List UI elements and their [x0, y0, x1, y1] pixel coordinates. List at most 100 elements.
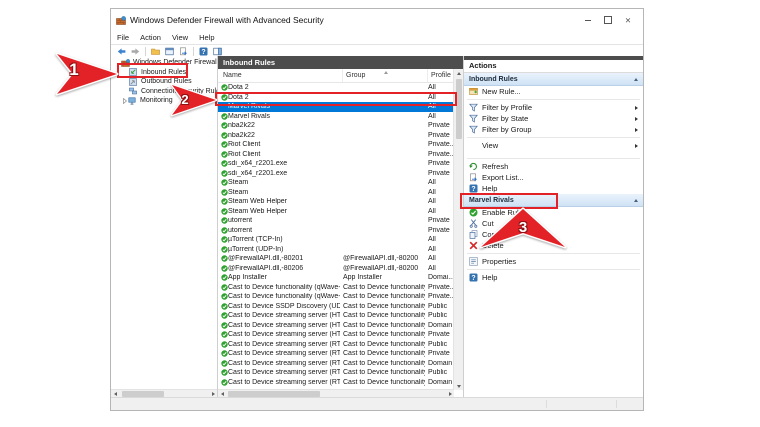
rule-group: Cast to Device functionality	[343, 378, 425, 386]
help-button[interactable]: ?	[198, 46, 209, 56]
scroll-up-icon[interactable]	[454, 69, 463, 77]
rule-row[interactable]: Cast to Device streaming server (RTCP-St…	[218, 349, 454, 359]
forward-button[interactable]	[130, 46, 141, 56]
expand-chevron-icon[interactable]	[121, 97, 128, 104]
rule-profile: Domain	[428, 321, 453, 329]
rule-row[interactable]: Riot Client Private...	[218, 140, 454, 150]
rule-row[interactable]: µTorrent (TCP-In) All	[218, 235, 454, 245]
action-new-rule[interactable]: New Rule...	[464, 86, 643, 97]
rule-enabled-icon	[218, 84, 228, 91]
action-label: Properties	[482, 257, 517, 266]
rule-row[interactable]: Cast to Device streaming server (HTTP-St…	[218, 330, 454, 340]
show-action-pane-button[interactable]	[212, 46, 223, 56]
rule-name: Cast to Device streaming server (RTSP-St…	[228, 378, 340, 386]
rule-row[interactable]: utorrent Private	[218, 216, 454, 226]
rule-row[interactable]: Cast to Device streaming server (HTTP-St…	[218, 321, 454, 331]
rule-name: Cast to Device streaming server (RTCP-St…	[228, 350, 340, 358]
rule-name: µTorrent (UDP-In)	[228, 245, 284, 253]
rule-row[interactable]: @FirewallAPI.dll,-80206 @FirewallAPI.dll,…	[218, 264, 454, 274]
action-label: View	[482, 141, 499, 150]
rule-row[interactable]: sdi_x64_r2201.exe Private	[218, 159, 454, 169]
show-console-tree-button[interactable]	[150, 46, 161, 56]
menu-file[interactable]: File	[117, 33, 129, 42]
rule-name: Steam Web Helper	[228, 198, 288, 206]
column-header-name[interactable]: Name	[218, 69, 343, 82]
rule-profile: Private...	[428, 141, 454, 149]
rule-enabled-icon	[218, 293, 228, 300]
action-label: Help	[482, 273, 498, 282]
rule-name: Cast to Device streaming server (HTTP-St…	[228, 312, 340, 320]
rule-row[interactable]: µTorrent (UDP-In) All	[218, 245, 454, 255]
rule-row[interactable]: utorrent Private	[218, 226, 454, 236]
rule-row[interactable]: Cast to Device streaming server (RTCP-St…	[218, 340, 454, 350]
action-help[interactable]: ? Help	[464, 272, 643, 283]
rule-row[interactable]: Cast to Device streaming server (RTSP-St…	[218, 368, 454, 378]
action-filter-by-profile[interactable]: Filter by Profile	[464, 102, 643, 113]
delete-icon	[469, 241, 478, 250]
rule-name: Cast to Device streaming server (RTCP-St…	[228, 359, 340, 367]
show-window-button[interactable]	[164, 46, 175, 56]
list-vertical-scrollbar[interactable]	[453, 69, 463, 390]
rule-row[interactable]: @FirewallAPI.dll,-80201 @FirewallAPI.dll,…	[218, 254, 454, 264]
scroll-down-icon[interactable]	[454, 382, 463, 390]
rule-row[interactable]: nba2k22 Private	[218, 131, 454, 141]
rule-enabled-icon	[218, 170, 228, 177]
export-list-button[interactable]	[178, 46, 189, 56]
rule-enabled-icon	[218, 379, 228, 386]
minimize-button[interactable]	[578, 12, 598, 28]
rule-profile: Domain	[428, 359, 453, 367]
rule-profile: Private	[428, 160, 450, 168]
close-button[interactable]	[618, 12, 638, 28]
rule-name: Cast to Device functionality (qWave-TCP.…	[228, 283, 340, 291]
svg-text:?: ?	[201, 49, 205, 56]
rule-group: Cast to Device functionality	[343, 359, 425, 367]
title-bar: Windows Defender Firewall with Advanced …	[111, 9, 643, 31]
actions-pane-title: Actions	[464, 60, 643, 73]
rule-row[interactable]: Steam All	[218, 178, 454, 188]
action-properties[interactable]: Properties	[464, 256, 643, 267]
scrollbar-thumb[interactable]	[455, 79, 462, 139]
status-bar-divider	[546, 400, 547, 408]
menu-action[interactable]: Action	[140, 33, 161, 42]
column-header-profile[interactable]: Profile	[428, 69, 454, 82]
rule-profile: Public	[428, 312, 448, 320]
rule-row[interactable]: nba2k22 Private	[218, 121, 454, 131]
help-icon: ?	[469, 184, 478, 193]
rule-row[interactable]: Cast to Device SSDP Discovery (UDP-In)Ca…	[218, 302, 454, 312]
maximize-button[interactable]	[598, 12, 618, 28]
rule-row[interactable]: Cast to Device functionality (qWave-TCP.…	[218, 283, 454, 293]
column-header-group[interactable]: Group	[343, 69, 428, 82]
rule-row[interactable]: Marvel Rivals All	[218, 112, 454, 122]
status-bar	[111, 397, 643, 410]
menu-view[interactable]: View	[172, 33, 188, 42]
rule-row[interactable]: Steam All	[218, 188, 454, 198]
collapse-icon[interactable]	[634, 77, 638, 81]
rule-row[interactable]: sdi_x64_r2201.exe Private	[218, 169, 454, 179]
rule-name: utorrent	[228, 217, 253, 225]
rule-row[interactable]: Riot Client Private...	[218, 150, 454, 160]
rule-row[interactable]: Steam Web Helper All	[218, 197, 454, 207]
tree-item-label: Monitoring	[140, 97, 173, 105]
rule-row[interactable]: Cast to Device streaming server (RTSP-St…	[218, 378, 454, 388]
action-view[interactable]: View	[464, 140, 643, 151]
export-list-icon	[469, 173, 478, 182]
menu-help[interactable]: Help	[199, 33, 214, 42]
rule-row[interactable]: App Installer App Installer Domai...	[218, 273, 454, 283]
rules-list-pane: Inbound Rules Name Group Profile Dota 2 A…	[218, 56, 464, 398]
collapse-icon[interactable]	[634, 198, 638, 202]
action-refresh[interactable]: Refresh	[464, 161, 643, 172]
actions-section-header[interactable]: Inbound Rules	[464, 73, 643, 86]
rule-row[interactable]: Cast to Device functionality (qWave-UDP.…	[218, 292, 454, 302]
rule-row[interactable]: Steam Web Helper All	[218, 207, 454, 217]
rule-row[interactable]: Cast to Device streaming server (HTTP-St…	[218, 311, 454, 321]
rule-enabled-icon	[218, 141, 228, 148]
rule-enabled-icon	[218, 322, 228, 329]
rule-group: Cast to Device functionality	[343, 350, 425, 358]
rule-name: Cast to Device streaming server (HTTP-St…	[228, 321, 340, 329]
rules-rows: Dota 2 All Dota 2 All Marvel Rivals All Marvel…	[218, 83, 463, 398]
rule-row[interactable]: Cast to Device streaming server (RTCP-St…	[218, 359, 454, 369]
rule-name: @FirewallAPI.dll,-80206	[228, 264, 304, 272]
action-filter-by-group[interactable]: Filter by Group	[464, 124, 643, 135]
action-filter-by-state[interactable]: Filter by State	[464, 113, 643, 124]
action-export-list[interactable]: Export List...	[464, 172, 643, 183]
